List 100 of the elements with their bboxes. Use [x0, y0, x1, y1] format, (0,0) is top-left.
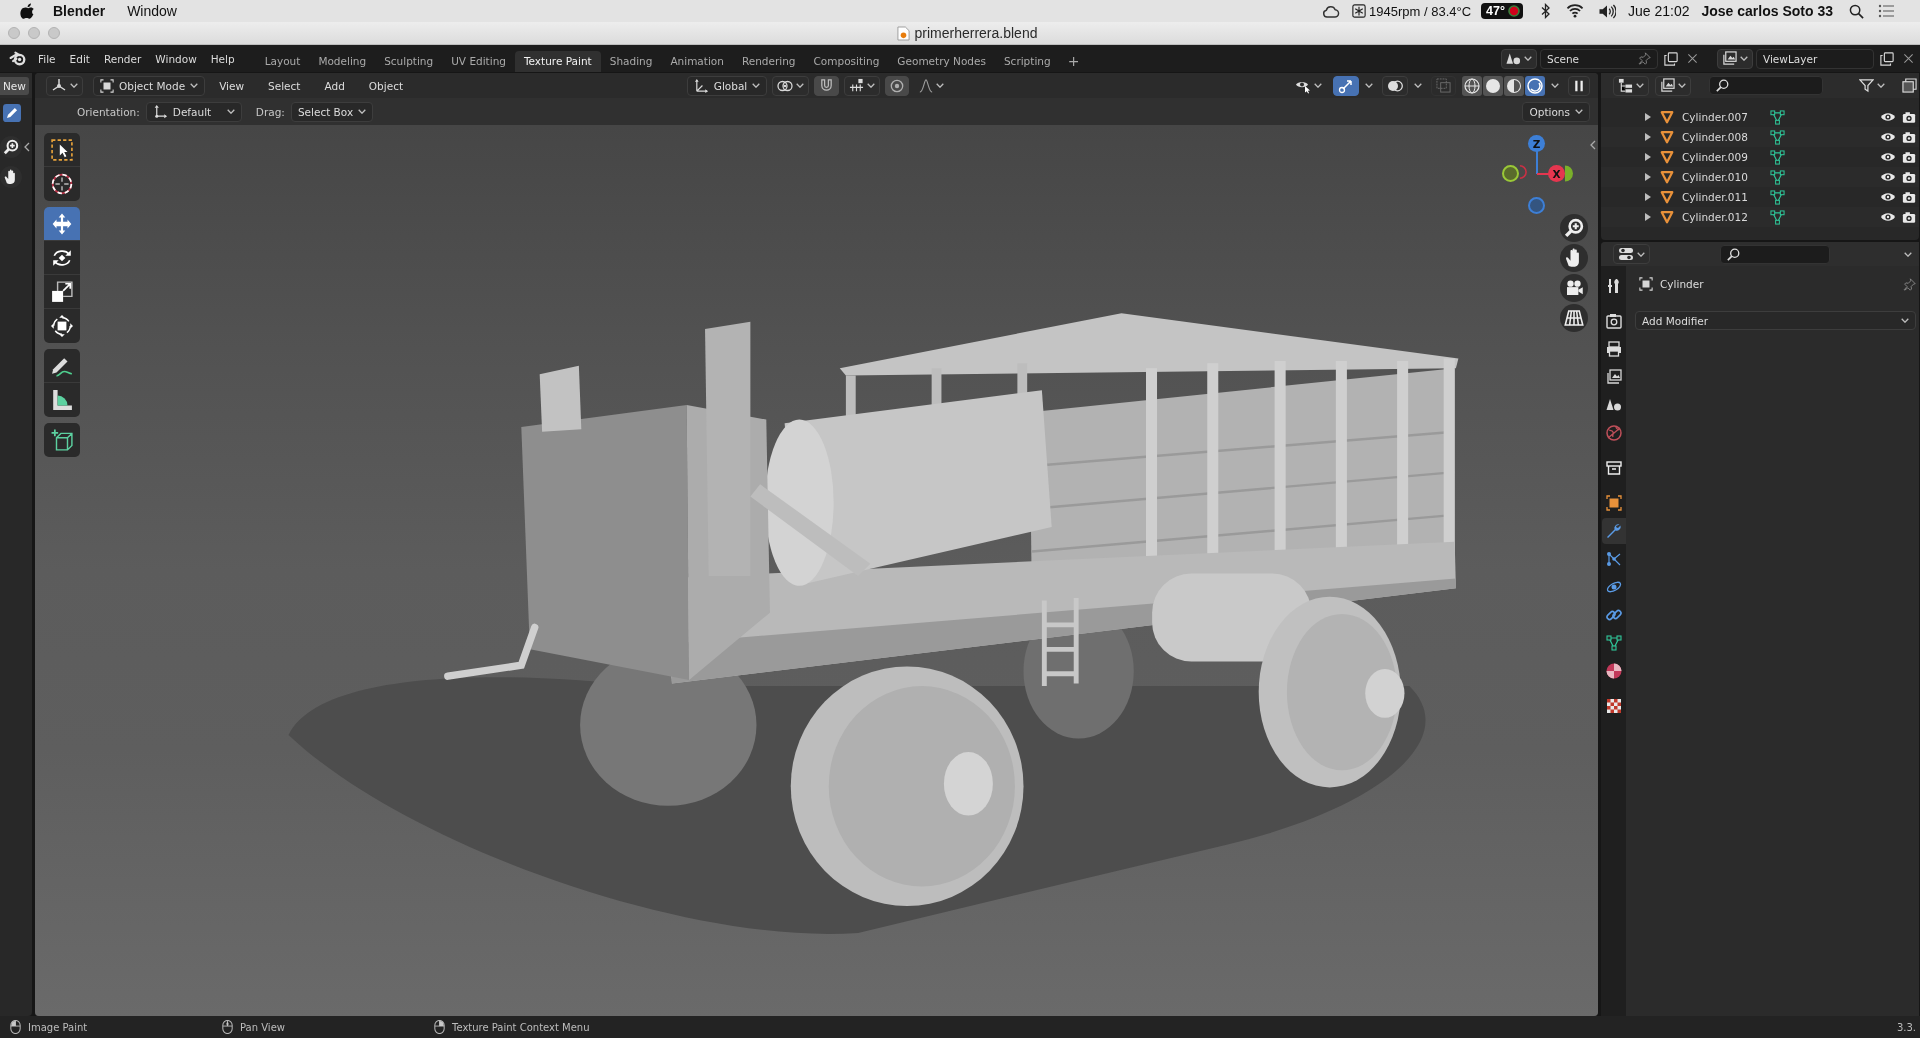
z-axis-handle[interactable]: Z [1528, 135, 1545, 152]
mode-dropdown[interactable]: Object Mode [93, 75, 206, 96]
new-image-button[interactable]: New [0, 76, 29, 95]
triangle-icon[interactable] [1660, 150, 1674, 164]
triangle-icon[interactable] [1660, 170, 1674, 184]
tool-button[interactable] [44, 207, 80, 241]
copy-icon[interactable] [1880, 51, 1894, 66]
eye-icon[interactable] [1880, 111, 1896, 123]
cloud-icon[interactable] [1322, 4, 1341, 18]
shading-button[interactable] [1504, 75, 1524, 96]
proportional-editing-toggle[interactable] [885, 75, 910, 96]
chevron-icon[interactable] [24, 142, 30, 152]
perspective-grid-icon[interactable] [1560, 304, 1588, 332]
vertex-triangle-icon[interactable] [1770, 169, 1785, 185]
display-mode-button[interactable] [1613, 75, 1649, 96]
eye-icon[interactable] [1880, 191, 1896, 203]
camera-icon[interactable] [1902, 110, 1916, 124]
chevron-icon[interactable] [1590, 140, 1596, 150]
orientation-dropdown[interactable]: Global [686, 75, 768, 96]
camera-icon[interactable] [1902, 210, 1916, 224]
camera-icon[interactable] [1902, 190, 1916, 204]
expand-arrow-icon[interactable] [1644, 113, 1652, 121]
axis-handle-icon[interactable] [1565, 165, 1573, 182]
pin-icon[interactable] [1903, 277, 1916, 291]
scene-selector[interactable] [1501, 48, 1537, 69]
workspace-tab[interactable]: Compositing [804, 51, 889, 72]
vertex-triangle-icon[interactable] [1770, 209, 1785, 225]
drag-dropdown[interactable]: Select Box [290, 101, 374, 122]
triangle-icon[interactable] [1660, 210, 1674, 224]
shading-button[interactable] [1525, 75, 1545, 96]
stacked-squares-icon[interactable] [1902, 78, 1917, 93]
pencil-icon[interactable] [3, 104, 21, 122]
tool-button[interactable] [44, 133, 80, 167]
hand-icon[interactable] [0, 166, 22, 188]
triangle-icon[interactable] [1660, 110, 1674, 124]
wifi-icon[interactable] [1566, 4, 1584, 18]
workspace-tab[interactable]: Sculpting [375, 51, 443, 72]
tool-button[interactable] [44, 309, 80, 343]
bluetooth-icon[interactable] [1541, 3, 1550, 19]
snap-toggle[interactable] [814, 75, 840, 96]
eye-icon[interactable] [1880, 151, 1896, 163]
triangle-icon[interactable] [1660, 190, 1674, 204]
scene-field[interactable]: Scene [1540, 48, 1658, 69]
options-dropdown[interactable]: Options [1522, 101, 1590, 122]
menu-item[interactable]: File [31, 49, 63, 68]
editor-type-button[interactable] [1613, 244, 1650, 264]
menu-item[interactable]: Window [127, 3, 177, 19]
workspace-tab[interactable]: Scripting [994, 51, 1060, 72]
hand-icon[interactable] [1560, 244, 1588, 272]
x-axis-handle[interactable]: X [1548, 165, 1565, 182]
object-name[interactable]: Cylinder.010 [1682, 171, 1770, 183]
app-logo-icon[interactable] [9, 51, 26, 66]
object-name[interactable]: Cylinder.009 [1682, 151, 1770, 163]
snap-target-button[interactable] [844, 75, 881, 96]
overlays-toggle[interactable] [1382, 75, 1408, 96]
camera-icon[interactable] [1902, 130, 1916, 144]
camera-icon[interactable] [1560, 274, 1588, 302]
workspace-tab[interactable]: Animation [661, 51, 733, 72]
volume-icon[interactable] [1598, 3, 1616, 19]
view-layer-selector[interactable] [1717, 48, 1753, 69]
tool-button[interactable] [44, 349, 80, 383]
menu-item[interactable]: Help [203, 49, 242, 68]
eye-icon[interactable] [1880, 131, 1896, 143]
expand-arrow-icon[interactable] [1644, 173, 1652, 181]
menu-item[interactable]: Window [148, 49, 204, 68]
user-name[interactable]: Jose carlos Soto 33 [1701, 3, 1833, 19]
vertex-triangle-icon[interactable] [1770, 129, 1785, 145]
search-field[interactable] [1709, 76, 1823, 95]
workspace-tab[interactable]: Texture Paint [514, 51, 601, 72]
menu-item[interactable]: Edit [62, 49, 97, 68]
orientation-dropdown[interactable]: Default [145, 101, 242, 122]
pin-icon[interactable] [1638, 52, 1651, 65]
tool-button[interactable] [44, 167, 80, 201]
gizmo-toggle[interactable] [1333, 75, 1359, 96]
workspace-tab[interactable]: Shading [600, 51, 662, 72]
copy-icon[interactable] [1664, 51, 1678, 66]
shading-button[interactable] [1462, 75, 1482, 96]
pause-button[interactable] [1568, 75, 1590, 96]
menu-item[interactable]: Object [358, 76, 414, 95]
menu-item[interactable]: Select [258, 76, 311, 95]
object-name[interactable]: Cylinder.012 [1682, 211, 1770, 223]
editor-type-button[interactable] [46, 75, 83, 96]
list-icon[interactable] [1878, 4, 1894, 18]
object-name[interactable]: Cylinder.011 [1682, 191, 1770, 203]
camera-icon[interactable] [1902, 170, 1916, 184]
expand-arrow-icon[interactable] [1644, 193, 1652, 201]
menu-item[interactable]: Render [96, 49, 149, 68]
object-name[interactable]: Cylinder.008 [1682, 131, 1770, 143]
object-name[interactable]: Cylinder.007 [1682, 111, 1770, 123]
camera-icon[interactable] [1902, 150, 1916, 164]
tool-button[interactable] [44, 423, 80, 457]
expand-arrow-icon[interactable] [1644, 153, 1652, 161]
workspace-tab[interactable]: Layout [255, 51, 310, 72]
add-modifier-dropdown[interactable]: Add Modifier [1635, 311, 1916, 330]
expand-arrow-icon[interactable] [1644, 133, 1652, 141]
close-icon[interactable] [1687, 53, 1698, 64]
vertex-triangle-icon[interactable] [1770, 189, 1785, 205]
workspace-tab[interactable]: Modeling [309, 51, 376, 72]
close-icon[interactable] [1903, 53, 1914, 64]
add-workspace-button[interactable]: + [1059, 51, 1088, 72]
